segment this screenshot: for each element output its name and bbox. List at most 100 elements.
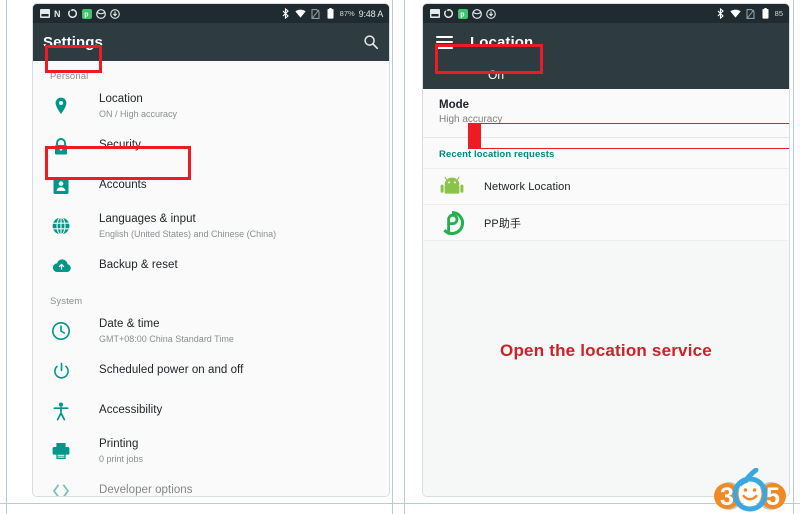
svg-text:N: N — [54, 9, 61, 18]
settings-row-scheduled-power[interactable]: Scheduled power on and off — [33, 351, 389, 391]
settings-row-date-time-subtitle: GMT+08:00 China Standard Time — [99, 333, 234, 345]
right-status-bar: p — [423, 4, 789, 23]
location-toggle-row[interactable]: On — [423, 61, 789, 89]
left-status-bar-system-icons: 87% 9:48 A — [280, 8, 383, 19]
svg-text:3: 3 — [720, 483, 734, 511]
wifi-icon — [730, 8, 741, 19]
settings-row-location-text: Location ON / High accuracy — [99, 92, 177, 121]
sim-icon — [745, 8, 756, 19]
location-empty-area — [423, 240, 789, 497]
frame-line-mid-2 — [404, 0, 405, 514]
settings-row-date-time[interactable]: Date & time GMT+08:00 China Standard Tim… — [33, 311, 389, 351]
power-icon — [50, 360, 72, 382]
settings-row-location-title: Location — [99, 92, 177, 108]
settings-row-accounts-text: Accounts — [99, 178, 147, 194]
settings-row-security-text: Security — [99, 138, 141, 154]
right-status-bar-app-icons: p — [429, 8, 496, 19]
settings-row-printing-subtitle: 0 print jobs — [99, 453, 143, 465]
account-icon — [50, 175, 72, 197]
browser-icon — [95, 8, 106, 19]
pp-app-icon: p — [81, 8, 92, 19]
section-header-system: System — [33, 286, 389, 311]
sync-icon — [67, 8, 78, 19]
settings-row-languages-title: Languages & input — [99, 212, 276, 228]
screenshot-root: N p — [0, 0, 800, 514]
sim-icon — [310, 8, 321, 19]
settings-row-scheduled-power-title: Scheduled power on and off — [99, 363, 243, 379]
accessibility-icon — [50, 400, 72, 422]
settings-row-accessibility[interactable]: Accessibility — [33, 391, 389, 431]
recent-app-name-pp-assistant: PP助手 — [484, 215, 521, 231]
settings-row-developer-options[interactable]: Developer options — [33, 471, 389, 497]
left-status-bar-app-icons: N p — [39, 8, 120, 19]
bluetooth-icon — [715, 8, 726, 19]
settings-row-backup[interactable]: Backup & reset — [33, 246, 389, 286]
android-robot-icon — [439, 174, 465, 200]
annotation-text: Open the location service — [423, 341, 789, 361]
settings-row-languages-text: Languages & input English (United States… — [99, 212, 276, 241]
page-title: Settings — [43, 34, 103, 51]
location-settings-content[interactable]: On Mode High accuracy Recent location re… — [423, 61, 789, 497]
recent-app-name-network-location: Network Location — [484, 181, 571, 193]
right-status-bar-system-icons: 85 — [715, 8, 783, 19]
developer-icon — [50, 480, 72, 497]
recent-app-row-pp-assistant[interactable]: PP助手 — [423, 204, 789, 240]
n-app-icon: N — [53, 8, 64, 19]
hamburger-bar-3 — [436, 47, 453, 49]
settings-row-security-title: Security — [99, 138, 141, 154]
pp-assistant-icon — [439, 210, 465, 236]
location-toggle-red-marker — [468, 123, 481, 149]
settings-row-date-time-title: Date & time — [99, 317, 234, 333]
image-icon — [39, 8, 50, 19]
frame-line-mid-1 — [392, 0, 393, 514]
left-status-bar: N p — [33, 4, 389, 23]
settings-row-developer-options-text: Developer options — [99, 483, 193, 497]
settings-row-scheduled-power-text: Scheduled power on and off — [99, 363, 243, 379]
pp-app-icon: p — [457, 8, 468, 19]
battery-icon — [325, 8, 336, 19]
location-page-title: Location — [470, 34, 533, 51]
settings-row-accessibility-title: Accessibility — [99, 403, 162, 419]
settings-row-languages[interactable]: Languages & input English (United States… — [33, 206, 389, 246]
settings-row-printing[interactable]: Printing 0 print jobs — [33, 431, 389, 471]
watermark-365-logo: 3 5 — [703, 468, 795, 512]
browser-icon — [471, 8, 482, 19]
bluetooth-icon — [280, 8, 291, 19]
svg-text:p: p — [460, 11, 464, 18]
settings-row-printing-title: Printing — [99, 437, 143, 453]
battery-icon — [760, 8, 771, 19]
cloud-upload-icon — [50, 255, 72, 277]
search-icon[interactable] — [363, 34, 379, 50]
location-toolbar: Location — [423, 23, 789, 61]
globe-icon — [50, 215, 72, 237]
section-header-personal: Personal — [33, 61, 389, 86]
settings-row-accounts[interactable]: Accounts — [33, 166, 389, 206]
lock-icon — [50, 135, 72, 157]
settings-row-backup-title: Backup & reset — [99, 258, 178, 274]
hamburger-menu-icon[interactable] — [436, 36, 453, 49]
status-bar-clock: 9:48 A — [359, 9, 383, 19]
settings-row-accessibility-text: Accessibility — [99, 403, 162, 419]
settings-row-printing-text: Printing 0 print jobs — [99, 437, 143, 466]
hamburger-bar-2 — [436, 41, 453, 43]
battery-percentage: 87% — [340, 9, 355, 18]
location-toggle-label: On — [488, 68, 504, 82]
settings-row-languages-subtitle: English (United States) and Chinese (Chi… — [99, 228, 276, 240]
svg-text:5: 5 — [766, 483, 780, 511]
clock-icon — [50, 320, 72, 342]
settings-row-developer-options-title: Developer options — [99, 483, 193, 497]
location-pin-icon — [50, 95, 72, 117]
settings-row-location-subtitle: ON / High accuracy — [99, 108, 177, 120]
recent-app-row-network-location[interactable]: Network Location — [423, 168, 789, 204]
download-icon — [109, 8, 120, 19]
settings-row-location[interactable]: Location ON / High accuracy — [33, 86, 389, 126]
settings-row-date-time-text: Date & time GMT+08:00 China Standard Tim… — [99, 317, 234, 346]
printer-icon — [50, 440, 72, 462]
settings-row-accounts-title: Accounts — [99, 178, 147, 194]
settings-row-security[interactable]: Security — [33, 126, 389, 166]
settings-list[interactable]: Personal Location ON / High accuracy Sec… — [33, 61, 389, 497]
sync-icon — [443, 8, 454, 19]
wifi-icon — [295, 8, 306, 19]
settings-toolbar: Settings — [33, 23, 389, 61]
location-mode-subtitle: High accuracy — [439, 114, 773, 125]
